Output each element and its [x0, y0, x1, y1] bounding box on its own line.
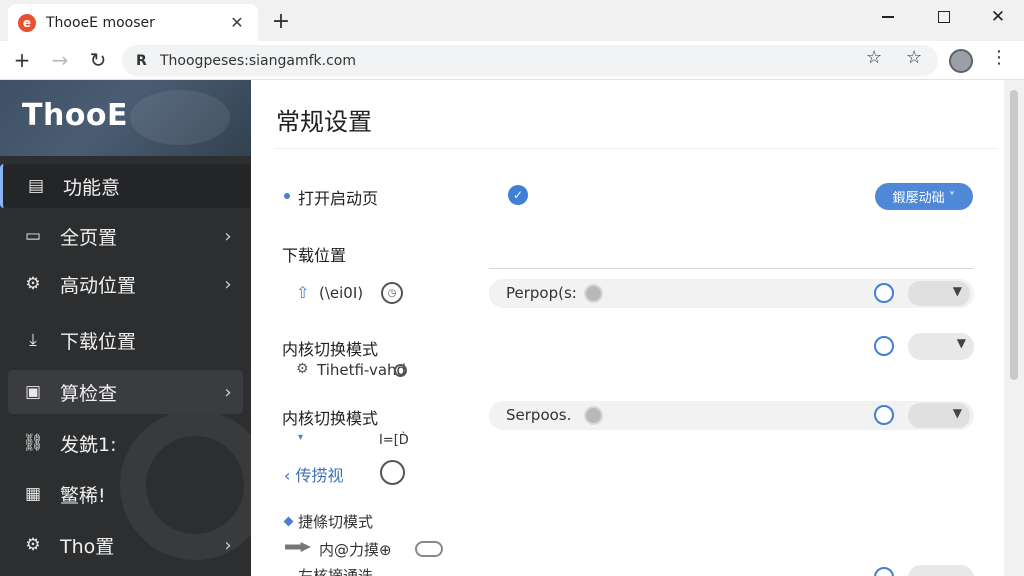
sidebar-item-label: 全页置 — [60, 226, 118, 249]
sidebar-item-7[interactable]: ⚙ Tho置 › — [8, 523, 243, 567]
select-dropdown[interactable] — [908, 565, 974, 576]
select-dropdown[interactable]: ▼ — [908, 333, 974, 360]
bullet-icon — [284, 193, 290, 199]
plug-icon: ⚙ — [296, 361, 309, 377]
sidebar-item-4[interactable]: ▣ 算检查 › — [8, 370, 243, 414]
settings-main: 常规设置 打开启动页 ✓ 鍜嬮动础 ˅ 下载位置 ⇧ (\ei0I) ◷ Per… — [251, 80, 1004, 576]
page-title: 常规设置 — [276, 108, 372, 136]
page-scrollbar[interactable] — [1004, 80, 1024, 576]
scrollbar-thumb[interactable] — [1010, 90, 1018, 380]
chevron-right-icon: › — [224, 534, 232, 556]
radio-dot-icon[interactable] — [584, 284, 603, 303]
download-path-value: (\ei0I) — [319, 284, 364, 302]
dropdown-arrow-icon: ▼ — [952, 284, 962, 298]
window-close-button[interactable]: ✕ — [970, 0, 1024, 34]
setting-field-1[interactable]: Perpop(s: ▼ — [489, 279, 974, 308]
upload-arrow-icon: ⇧ — [296, 283, 310, 302]
bookmark-star-icon[interactable]: ☆ — [866, 47, 882, 68]
sidebar-item-label: 算检查 — [60, 382, 118, 405]
link-icon: ⛓ — [22, 433, 44, 453]
field-text: Perpop(s: — [506, 284, 577, 302]
chevron-right-icon: › — [224, 381, 232, 403]
diamond-bullet-icon — [283, 516, 294, 527]
partial-row-label: 左核摘通迭 — [298, 567, 374, 576]
select-dropdown[interactable]: ▼ — [908, 403, 970, 428]
setting-field-2[interactable]: Serpoos. ▼ — [489, 401, 974, 430]
divider — [276, 148, 996, 149]
sidebar-item-label: Tho置 — [60, 535, 115, 558]
reload-icon[interactable]: ↻ — [83, 45, 113, 75]
browser-toolbar: + → ↻ R Thoogpeses:siangamfk.com ☆ ☆ ⋮ — [0, 41, 1024, 80]
radio-button[interactable] — [380, 460, 405, 485]
url-text[interactable]: Thoogpeses:siangamfk.com — [160, 53, 356, 69]
grid-icon: ▦ — [24, 484, 42, 504]
profile-avatar[interactable] — [949, 49, 973, 73]
radio-button[interactable] — [874, 283, 894, 303]
new-tab-button[interactable]: + — [268, 9, 294, 34]
minimize-icon — [882, 16, 894, 18]
sidebar-item-1[interactable]: ▭ 全页置 › — [8, 214, 243, 258]
gear-dots-icon: ⚙ — [25, 274, 41, 294]
radio-button[interactable] — [874, 567, 894, 576]
arrow-right-icon — [285, 542, 311, 552]
sidebar-item-label: 功能意 — [63, 176, 121, 199]
internal-label: 内@力摸⊕ — [319, 541, 392, 559]
document-icon: ▤ — [27, 176, 45, 196]
select-dropdown[interactable]: ▼ — [908, 281, 970, 306]
maximize-button[interactable] — [916, 0, 972, 34]
kernel-sub-value: I=[D̀ — [379, 433, 409, 448]
small-mark-icon: ▾ — [298, 432, 304, 443]
download-section-label: 下载位置 — [282, 246, 347, 265]
sidebar-header: ThooE — [0, 80, 251, 156]
settings-sidebar: ThooE ▤ 功能意 ▭ 全页置 › ⚙ 高动位置 › ⤓ 下载位置 ▣ 算检… — [0, 80, 251, 576]
browser-favicon-icon: e — [18, 13, 36, 32]
site-info-icon[interactable]: R — [136, 53, 154, 69]
download-icon: ⤓ — [29, 330, 37, 350]
plus-icon[interactable]: + — [7, 45, 37, 75]
address-bar[interactable]: R Thoogpeses:siangamfk.com — [122, 45, 938, 76]
dropdown-arrow-icon: ▼ — [956, 336, 966, 350]
sidebar-item-2[interactable]: ⚙ 高动位置 › — [8, 262, 243, 306]
sidebar-item-0[interactable]: ▤ 功能意 — [0, 164, 251, 208]
sidebar-item-5[interactable]: ⛓ 发銑1: — [8, 421, 243, 465]
settings-icon: ⚙ — [25, 535, 41, 555]
browser-tab[interactable]: e ThooeE mooser ✕ — [8, 4, 258, 41]
title-bar: e ThooeE mooser ✕ + ✕ — [0, 0, 1024, 41]
kernel-mode-label: 内核切换模式 — [282, 340, 379, 359]
forward-icon[interactable]: → — [45, 45, 75, 75]
tab-close-icon[interactable]: ✕ — [226, 13, 248, 32]
clock-icon[interactable]: ◷ — [381, 282, 403, 304]
more-menu-icon[interactable]: ⋮ — [990, 47, 1008, 68]
sidebar-item-label: 下载位置 — [60, 330, 137, 353]
sidebar-item-label: 高动位置 — [60, 274, 137, 297]
brand-logo: ThooE — [22, 98, 129, 133]
field-text: Serpoos. — [506, 406, 572, 424]
sidebar-item-3[interactable]: ⤓ 下载位置 — [8, 318, 243, 362]
monitor-icon: ▭ — [24, 226, 42, 246]
minimize-button[interactable] — [860, 0, 916, 34]
chevron-right-icon: › — [224, 225, 232, 247]
dropdown-arrow-icon: ▼ — [952, 406, 962, 420]
chevron-right-icon: › — [224, 273, 232, 295]
radio-dot-icon[interactable] — [584, 406, 603, 425]
kernel-sub-value: Tihetfi-vahd — [317, 361, 407, 379]
open-startup-label: 打开启动页 — [298, 189, 379, 208]
radio-button[interactable] — [874, 336, 894, 356]
checkmark-icon[interactable]: ✓ — [508, 185, 528, 205]
lock-icon: ▣ — [24, 382, 42, 402]
kernel-mode-label: 内核切换模式 — [282, 409, 379, 428]
sidebar-item-label: 鳘稀! — [60, 484, 106, 507]
toggle-switch[interactable] — [415, 541, 443, 557]
maximize-icon — [938, 11, 950, 23]
sidebar-item-6[interactable]: ▦ 鳘稀! — [8, 472, 243, 516]
back-link[interactable]: ‹ 传捞视 — [284, 462, 344, 486]
tab-title: ThooeE mooser — [46, 14, 155, 31]
radio-button[interactable] — [874, 405, 894, 425]
sidebar-item-label: 发銑1: — [60, 433, 117, 456]
divider — [489, 268, 974, 269]
startup-dropdown-button[interactable]: 鍜嬮动础 ˅ — [875, 183, 973, 210]
status-dot-icon — [394, 364, 407, 377]
bookmarks-icon[interactable]: ☆ — [906, 47, 922, 68]
switch-mode-label: 捷條切模式 — [298, 513, 374, 531]
